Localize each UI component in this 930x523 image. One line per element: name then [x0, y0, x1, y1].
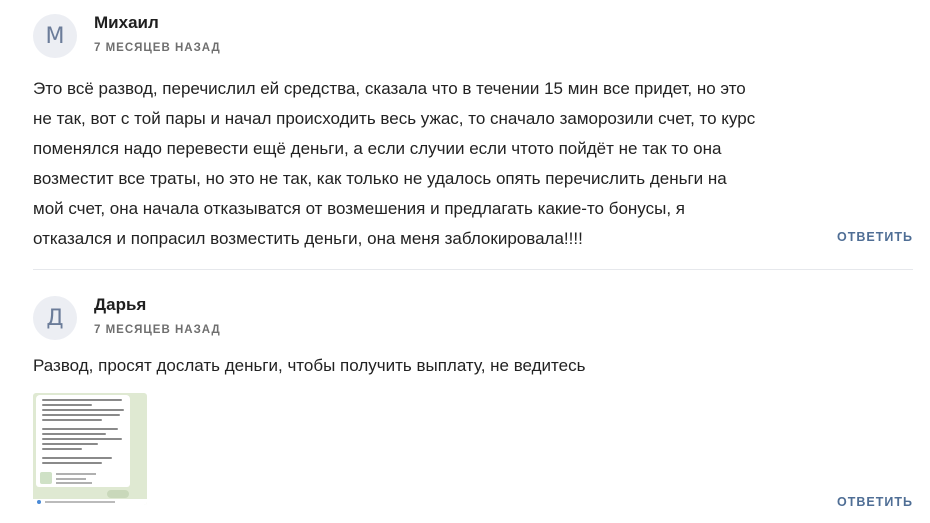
thumbnail-message-bubble — [36, 395, 130, 475]
comment-divider — [33, 269, 913, 270]
thumbnail-text-line — [42, 414, 120, 416]
attachment-thumbnail[interactable] — [33, 393, 147, 505]
thumbnail-text-line — [42, 438, 122, 440]
comment-text-line: Это всё развод, перечислил ей средства, … — [33, 79, 746, 98]
comment-author[interactable]: Михаил — [94, 13, 159, 33]
thumbnail-text-line — [42, 428, 118, 430]
thumbnail-text-line — [42, 462, 102, 464]
comment-timestamp: 7 МЕСЯЦЕВ НАЗАД — [94, 42, 221, 54]
thumbnail-text-line — [42, 404, 92, 406]
thumbnail-text-line — [42, 409, 124, 411]
thumbnail-card — [36, 469, 130, 487]
comment-text-line: не так, вот с той пары и начал происходи… — [33, 109, 756, 128]
thumbnail-pill — [107, 490, 129, 498]
thumbnail-dot-icon — [37, 500, 41, 504]
comment: Д Дарья 7 МЕСЯЦЕВ НАЗАД Развод, просят д… — [33, 290, 913, 520]
reply-button[interactable]: ОТВЕТИТЬ — [837, 495, 913, 509]
comment-text-line: мой счет, она начала отказыватся от возм… — [33, 199, 685, 218]
comment-text-line: Развод, просят дослать деньги, чтобы пол… — [33, 356, 586, 375]
thumbnail-bottom-line — [45, 501, 115, 503]
comment-text-line: возместит все траты, но это не так, как … — [33, 169, 727, 188]
thumbnail-text-line — [42, 448, 82, 450]
thumbnail-card-line — [56, 473, 96, 475]
comment-text: Это всё развод, перечислил ей средства, … — [33, 74, 833, 254]
thumbnail-text-line — [42, 419, 102, 421]
thumbnail-text-line — [42, 433, 106, 435]
thumbnail-bottom-bar — [33, 499, 147, 505]
thumbnail-card-image — [40, 472, 52, 484]
avatar[interactable]: Д — [33, 296, 77, 340]
thumbnail-text-line — [42, 399, 122, 401]
comment-author[interactable]: Дарья — [94, 295, 146, 315]
thumbnail-card-line — [56, 482, 92, 484]
comment-timestamp: 7 МЕСЯЦЕВ НАЗАД — [94, 324, 221, 336]
comment-text-line: отказался и попрасил возместить деньги, … — [33, 229, 583, 248]
thumbnail-text-line — [42, 443, 98, 445]
reply-button[interactable]: ОТВЕТИТЬ — [837, 230, 913, 244]
thumbnail-text-line — [42, 457, 112, 459]
avatar[interactable]: М — [33, 14, 77, 58]
comments-section: М Михаил 7 МЕСЯЦЕВ НАЗАД Это всё развод,… — [0, 0, 930, 523]
comment: М Михаил 7 МЕСЯЦЕВ НАЗАД Это всё развод,… — [33, 8, 913, 266]
thumbnail-card-line — [56, 478, 86, 480]
comment-text: Развод, просят дослать деньги, чтобы пол… — [33, 351, 833, 381]
comment-text-line: поменялся надо перевести ещё деньги, а е… — [33, 139, 722, 158]
